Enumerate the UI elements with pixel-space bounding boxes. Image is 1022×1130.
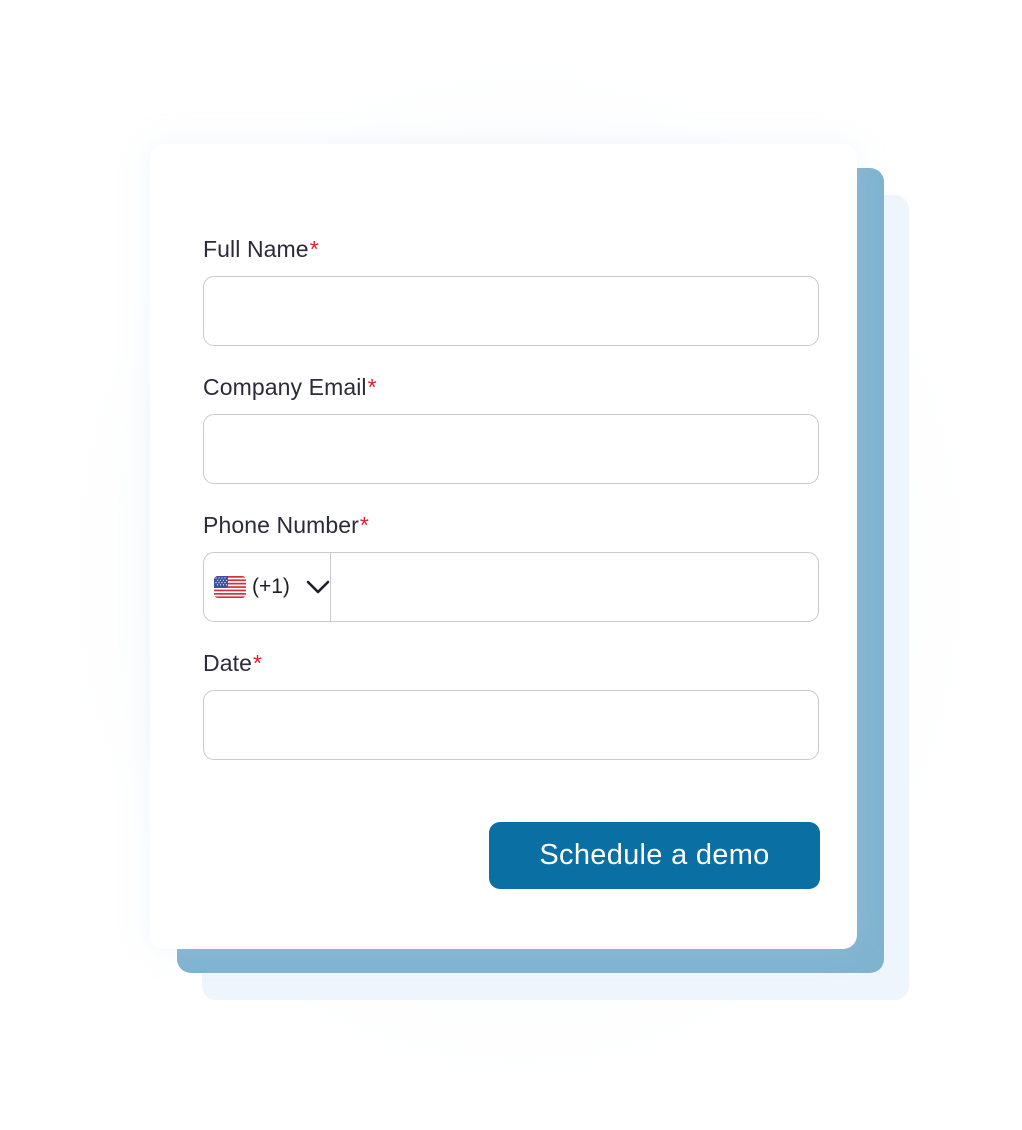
company-email-label: Company Email* bbox=[203, 374, 377, 401]
demo-form-card: Full Name* Company Email* Phone Number* bbox=[150, 144, 857, 949]
schedule-demo-button[interactable]: Schedule a demo bbox=[489, 822, 820, 889]
date-label-text: Date bbox=[203, 650, 252, 676]
phone-number-label-text: Phone Number bbox=[203, 512, 359, 538]
company-email-label-text: Company Email bbox=[203, 374, 367, 400]
required-asterisk: * bbox=[309, 236, 319, 262]
country-code-select[interactable]: (+1) bbox=[204, 553, 331, 621]
phone-number-input[interactable] bbox=[332, 553, 817, 621]
required-asterisk: * bbox=[252, 650, 263, 676]
phone-number-field: (+1) bbox=[203, 552, 819, 622]
required-asterisk: * bbox=[367, 374, 377, 400]
us-flag-icon bbox=[214, 576, 246, 598]
phone-number-label: Phone Number* bbox=[203, 512, 369, 539]
company-email-input[interactable] bbox=[203, 414, 819, 484]
chevron-down-icon bbox=[306, 580, 330, 594]
dial-code: (+1) bbox=[252, 575, 290, 598]
required-asterisk: * bbox=[359, 512, 369, 538]
full-name-label-text: Full Name bbox=[203, 236, 309, 262]
page: Full Name* Company Email* Phone Number* bbox=[0, 0, 1022, 1130]
full-name-input[interactable] bbox=[203, 276, 819, 346]
full-name-label: Full Name* bbox=[203, 236, 319, 263]
date-input[interactable] bbox=[203, 690, 819, 760]
date-label: Date* bbox=[203, 650, 262, 677]
